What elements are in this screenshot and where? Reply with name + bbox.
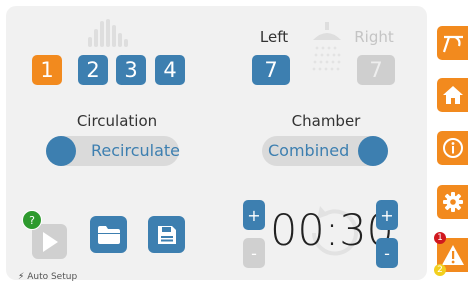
info-icon bbox=[442, 138, 463, 158]
timer-increase-left[interactable]: + bbox=[243, 200, 265, 230]
left-side-button[interactable]: 7 bbox=[252, 55, 290, 85]
chamber-value: Combined bbox=[268, 141, 350, 160]
right-side-button[interactable]: 7 bbox=[357, 55, 395, 85]
floppy-disk-icon bbox=[157, 225, 176, 244]
warning-icon bbox=[441, 245, 464, 265]
pump-button-3[interactable]: 3 bbox=[116, 55, 146, 85]
right-label: Right bbox=[354, 28, 394, 46]
timer-increase-right[interactable]: + bbox=[376, 200, 398, 230]
pump-button-4[interactable]: 4 bbox=[155, 55, 185, 85]
circulation-toggle[interactable]: Recirculate bbox=[46, 136, 181, 166]
left-label: Left bbox=[259, 28, 289, 46]
play-button[interactable] bbox=[32, 224, 67, 259]
alert-count-badge: 1 bbox=[434, 232, 446, 244]
open-folder-button[interactable] bbox=[90, 216, 127, 253]
settings-button[interactable] bbox=[437, 185, 468, 219]
shower-icon bbox=[312, 22, 341, 71]
logo-icon bbox=[442, 35, 463, 53]
circulation-toggle-knob bbox=[46, 136, 76, 166]
timer-decrease-left[interactable]: - bbox=[243, 238, 265, 268]
help-badge[interactable]: ? bbox=[22, 210, 42, 230]
chamber-toggle[interactable]: Combined bbox=[262, 136, 388, 166]
pump-button-2[interactable]: 2 bbox=[78, 55, 108, 85]
home-icon bbox=[442, 86, 463, 104]
circulation-title: Circulation bbox=[76, 112, 158, 130]
home-button[interactable] bbox=[437, 78, 468, 112]
pump-button-1[interactable]: 1 bbox=[32, 55, 62, 85]
play-icon bbox=[42, 231, 58, 252]
timer-decrease-right[interactable]: - bbox=[376, 238, 398, 268]
status-text: Auto Setup bbox=[27, 272, 78, 282]
logo-button[interactable] bbox=[437, 26, 468, 60]
warning-count-badge: 2 bbox=[434, 264, 446, 276]
save-button[interactable] bbox=[148, 216, 185, 253]
folder-icon bbox=[97, 225, 120, 244]
chamber-toggle-knob bbox=[358, 136, 388, 166]
circulation-value: Recirculate bbox=[91, 141, 181, 160]
control-panel: 1 2 3 4 Left Right 7 7 Circulation Recir… bbox=[6, 6, 427, 280]
chamber-title: Chamber bbox=[291, 112, 361, 130]
status-icon: ⚡ bbox=[18, 272, 25, 282]
status-bar: ⚡ Auto Setup bbox=[18, 272, 77, 282]
pump-level-icon bbox=[88, 19, 128, 47]
info-button[interactable] bbox=[437, 131, 468, 165]
gear-icon bbox=[442, 192, 463, 212]
